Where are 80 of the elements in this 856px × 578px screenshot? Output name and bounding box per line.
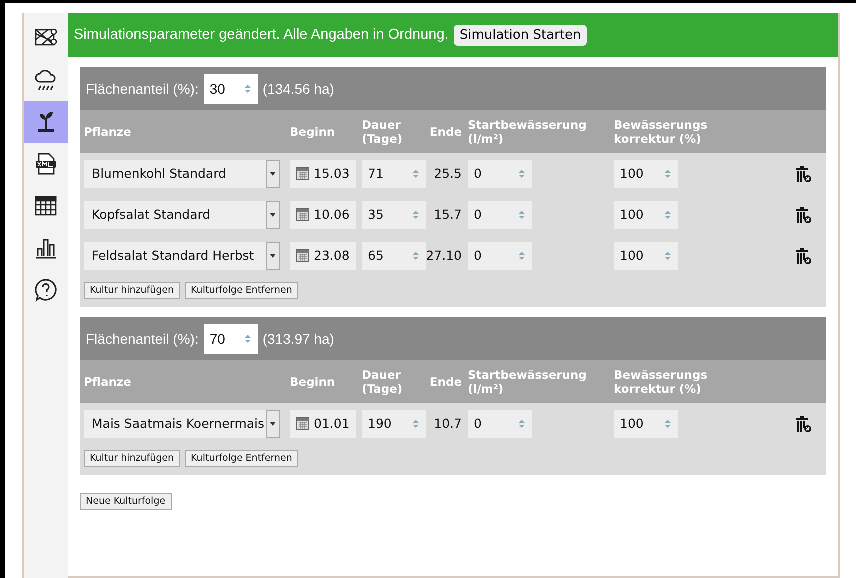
correction-field[interactable]: 100 — [614, 160, 678, 188]
irrigation-field[interactable]: 0 — [468, 242, 532, 270]
start-simulation-button[interactable]: Simulation Starten — [454, 24, 588, 46]
add-crop-button[interactable]: Kultur hinzufügen — [84, 282, 180, 299]
calendar-icon — [296, 166, 310, 181]
duration-field[interactable]: 190 — [362, 410, 426, 438]
date-field[interactable]: 15.03 — [290, 160, 356, 188]
irrigation-field[interactable]: 0 — [468, 200, 532, 228]
duration-field[interactable]: 65 — [362, 242, 426, 270]
spinner-icon — [518, 418, 526, 428]
spinner-icon — [518, 250, 526, 260]
calendar-icon — [296, 248, 310, 263]
column-header: Pflanze — [84, 124, 132, 138]
table-icon — [34, 194, 58, 218]
status-message: Simulationsparameter geändert. Alle Angaben in Ordnung. — [74, 27, 449, 43]
column-header: Dauer (Tage) — [362, 118, 404, 146]
spinner-icon — [518, 210, 526, 220]
spinner-icon — [664, 168, 672, 178]
table-cell-text: 27.10 — [426, 248, 463, 263]
column-header: Dauer (Tage) — [362, 368, 404, 396]
area-text: (313.97 ha) — [262, 330, 334, 346]
correction-field[interactable]: 100 — [614, 410, 678, 438]
spinner-icon — [412, 250, 420, 260]
new-sequence-button[interactable]: Neue Kulturfolge — [80, 493, 172, 510]
area-text: (134.56 ha) — [262, 80, 334, 96]
duration-field[interactable]: 71 — [362, 160, 426, 188]
column-header: Beginn — [290, 374, 336, 388]
calendar-icon — [296, 416, 310, 431]
column-header: Startbewässerung (l/m²) — [468, 118, 588, 146]
xml-file-icon — [34, 152, 58, 176]
column-header: Ende — [428, 124, 463, 138]
caret-icon — [266, 200, 280, 228]
table-cell-text: 25.5 — [433, 166, 463, 181]
table-cell-text: 15.7 — [433, 207, 463, 222]
delete-icon[interactable] — [796, 206, 812, 224]
delete-icon[interactable] — [796, 414, 812, 432]
share-label: Flächenanteil (%): — [86, 80, 199, 96]
duration-field[interactable]: 35 — [362, 200, 426, 228]
caret-icon — [266, 410, 280, 438]
date-field[interactable]: 01.01 — [290, 410, 356, 438]
plant-dropdown[interactable]: Mais Saatmais Koernermais — [84, 410, 280, 438]
caret-icon — [266, 160, 280, 188]
irrigation-field[interactable]: 0 — [468, 410, 532, 438]
spinner-icon — [244, 334, 252, 344]
share-field[interactable]: 30 — [204, 74, 258, 104]
spinner-icon — [412, 168, 420, 178]
sidebar-item[interactable] — [24, 101, 68, 143]
spinner-icon — [244, 84, 252, 94]
remove-sequence-button[interactable]: Kulturfolge Entfernen — [185, 282, 298, 299]
delete-icon[interactable] — [796, 164, 812, 182]
plant-dropdown[interactable]: Feldsalat Standard Herbst — [84, 242, 280, 270]
correction-field[interactable]: 100 — [614, 200, 678, 228]
share-label: Flächenanteil (%): — [86, 330, 199, 346]
spinner-icon — [664, 210, 672, 220]
date-field[interactable]: 23.08 — [290, 242, 356, 270]
help-icon — [34, 278, 58, 302]
column-header: Beginn — [290, 124, 336, 138]
correction-field[interactable]: 100 — [614, 242, 678, 270]
column-header: Bewässerungs korrektur (%) — [614, 368, 709, 396]
table-cell-text: 10.7 — [433, 416, 463, 431]
spinner-icon — [412, 210, 420, 220]
delete-icon[interactable] — [796, 246, 812, 264]
spinner-icon — [412, 418, 420, 428]
remove-sequence-button[interactable]: Kulturfolge Entfernen — [185, 450, 298, 467]
irrigation-field[interactable]: 0 — [468, 160, 532, 188]
spinner-icon — [518, 168, 526, 178]
rain-cloud-icon — [34, 68, 58, 92]
spinner-icon — [664, 418, 672, 428]
column-header: Bewässerungs korrektur (%) — [614, 118, 709, 146]
plant-dropdown[interactable]: Blumenkohl Standard — [84, 160, 280, 188]
column-header: Startbewässerung (l/m²) — [468, 368, 588, 396]
spinner-icon — [664, 250, 672, 260]
add-crop-button[interactable]: Kultur hinzufügen — [84, 450, 180, 467]
calendar-icon — [296, 207, 310, 222]
date-field[interactable]: 10.06 — [290, 200, 356, 228]
column-header: Ende — [428, 374, 463, 388]
caret-icon — [266, 242, 280, 270]
column-header: Pflanze — [84, 374, 132, 388]
share-field[interactable]: 70 — [204, 324, 258, 354]
plant-dropdown[interactable]: Kopfsalat Standard — [84, 200, 280, 228]
